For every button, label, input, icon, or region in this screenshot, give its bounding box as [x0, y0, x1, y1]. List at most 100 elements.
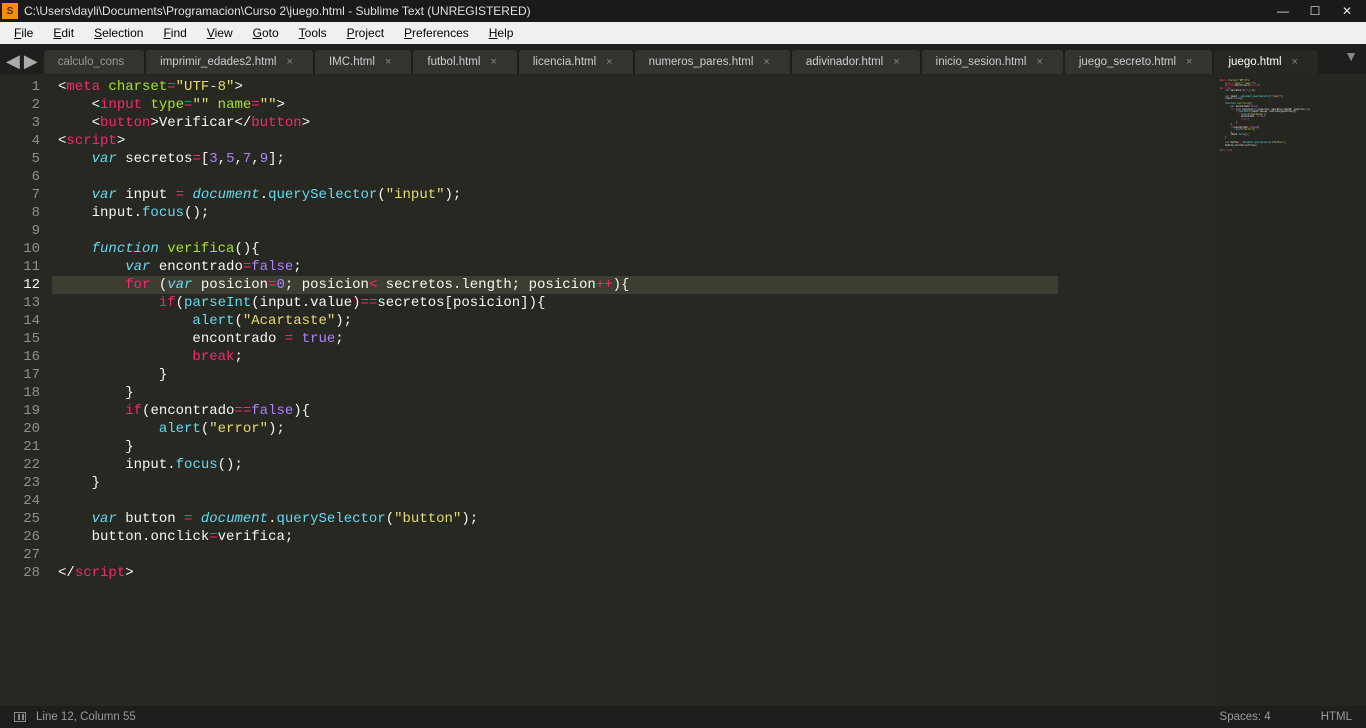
line-number[interactable]: 11	[0, 258, 40, 276]
line-number[interactable]: 28	[0, 564, 40, 582]
code-line[interactable]: var encontrado=false;	[58, 258, 1216, 276]
tab-juego-html[interactable]: juego.html×	[1214, 50, 1318, 74]
line-number[interactable]: 24	[0, 492, 40, 510]
line-number[interactable]: 7	[0, 186, 40, 204]
code-line[interactable]: input.focus();	[58, 204, 1216, 222]
code-line[interactable]	[58, 168, 1216, 186]
line-number[interactable]: 8	[0, 204, 40, 222]
minimap[interactable]: <meta charset="UTF-8"> <input type="" na…	[1216, 74, 1366, 706]
code-line[interactable]: if(encontrado==false){	[58, 402, 1216, 420]
line-number[interactable]: 12	[0, 276, 40, 294]
line-number[interactable]: 1	[0, 78, 40, 96]
menu-help[interactable]: Help	[479, 24, 524, 42]
tab-numeros_pares-html[interactable]: numeros_pares.html×	[635, 50, 790, 74]
code-line[interactable]: <button>Verificar</button>	[58, 114, 1216, 132]
tab-close-icon[interactable]: ×	[385, 56, 391, 68]
code-line[interactable]: var input = document.querySelector("inpu…	[58, 186, 1216, 204]
code-line[interactable]: }	[58, 474, 1216, 492]
menu-preferences[interactable]: Preferences	[394, 24, 479, 42]
tab-juego_secreto-html[interactable]: juego_secreto.html×	[1065, 50, 1213, 74]
indentation-setting[interactable]: Spaces: 4	[1220, 711, 1271, 723]
code-line[interactable]: if(parseInt(input.value)==secretos[posic…	[58, 294, 1216, 312]
line-number[interactable]: 16	[0, 348, 40, 366]
line-number[interactable]: 21	[0, 438, 40, 456]
tab-IMC-html[interactable]: IMC.html×	[315, 50, 411, 74]
code-line[interactable]	[58, 546, 1216, 564]
line-number[interactable]: 22	[0, 456, 40, 474]
line-number[interactable]: 2	[0, 96, 40, 114]
line-number[interactable]: 27	[0, 546, 40, 564]
line-number[interactable]: 26	[0, 528, 40, 546]
line-number-gutter[interactable]: 1234567891011121314151617181920212223242…	[0, 74, 52, 706]
line-number[interactable]: 13	[0, 294, 40, 312]
line-number[interactable]: 14	[0, 312, 40, 330]
code-line[interactable]: alert("error");	[58, 420, 1216, 438]
tab-imprimir_edades2-html[interactable]: imprimir_edades2.html×	[146, 50, 313, 74]
line-number[interactable]: 3	[0, 114, 40, 132]
code-line[interactable]: function verifica(){	[58, 240, 1216, 258]
code-line[interactable]: button.onclick=verifica;	[58, 528, 1216, 546]
tab-adivinador-html[interactable]: adivinador.html×	[792, 50, 920, 74]
tab-nav-arrows[interactable]: ◀ ▶	[4, 52, 44, 74]
line-number[interactable]: 20	[0, 420, 40, 438]
line-number[interactable]: 10	[0, 240, 40, 258]
tab-close-icon[interactable]: ×	[1186, 56, 1192, 68]
code-editor[interactable]: <meta charset="UTF-8"> <input type="" na…	[52, 74, 1216, 706]
menu-project[interactable]: Project	[337, 24, 394, 42]
line-number[interactable]: 6	[0, 168, 40, 186]
tab-close-icon[interactable]: ×	[490, 56, 496, 68]
code-line[interactable]: <input type="" name="">	[58, 96, 1216, 114]
maximize-button[interactable]: ☐	[1308, 4, 1322, 18]
code-line[interactable]: alert("Acartaste");	[58, 312, 1216, 330]
line-number[interactable]: 17	[0, 366, 40, 384]
minimize-button[interactable]: —	[1276, 4, 1290, 18]
tab-close-icon[interactable]: ×	[763, 56, 769, 68]
menu-goto[interactable]: Goto	[243, 24, 289, 42]
line-number[interactable]: 9	[0, 222, 40, 240]
code-line[interactable]: <meta charset="UTF-8">	[58, 78, 1216, 96]
menu-file[interactable]: File	[4, 24, 43, 42]
tab-inicio_sesion-html[interactable]: inicio_sesion.html×	[922, 50, 1063, 74]
tab-close-icon[interactable]: ×	[1036, 56, 1042, 68]
code-line[interactable]: encontrado = true;	[58, 330, 1216, 348]
tab-close-icon[interactable]: ×	[287, 56, 293, 68]
line-number[interactable]: 25	[0, 510, 40, 528]
line-number[interactable]: 19	[0, 402, 40, 420]
tabs-overflow-icon[interactable]: ▼	[1338, 48, 1364, 70]
window-title: C:\Users\dayli\Documents\Programacion\Cu…	[24, 4, 1276, 18]
code-line[interactable]: }	[58, 366, 1216, 384]
code-line[interactable]	[58, 222, 1216, 240]
line-number[interactable]: 15	[0, 330, 40, 348]
line-number[interactable]: 5	[0, 150, 40, 168]
menu-find[interactable]: Find	[153, 24, 196, 42]
tab-futbol-html[interactable]: futbol.html×	[413, 50, 517, 74]
code-line[interactable]: }	[58, 384, 1216, 402]
syntax-setting[interactable]: HTML	[1321, 711, 1352, 723]
code-line[interactable]: <script>	[58, 132, 1216, 150]
code-line[interactable]: for (var posicion=0; posicion< secretos.…	[52, 276, 1058, 294]
panel-switcher-icon[interactable]	[14, 712, 26, 722]
code-line[interactable]: input.focus();	[58, 456, 1216, 474]
tab-close-icon[interactable]: ×	[1292, 56, 1298, 68]
tab-nav-left-icon[interactable]: ◀	[6, 52, 20, 70]
menu-edit[interactable]: Edit	[43, 24, 84, 42]
code-line[interactable]: </script>	[58, 564, 1216, 582]
code-line[interactable]: var button = document.querySelector("but…	[58, 510, 1216, 528]
line-number[interactable]: 23	[0, 474, 40, 492]
code-line[interactable]: }	[58, 438, 1216, 456]
code-line[interactable]: break;	[58, 348, 1216, 366]
menu-view[interactable]: View	[197, 24, 243, 42]
code-line[interactable]: var secretos=[3,5,7,9];	[58, 150, 1216, 168]
tab-truncated[interactable]: calculo_cons	[44, 50, 144, 74]
tab-licencia-html[interactable]: licencia.html×	[519, 50, 633, 74]
tab-close-icon[interactable]: ×	[606, 56, 612, 68]
close-button[interactable]: ✕	[1340, 4, 1354, 18]
tab-close-icon[interactable]: ×	[893, 56, 899, 68]
code-line[interactable]	[58, 492, 1216, 510]
menu-selection[interactable]: Selection	[84, 24, 153, 42]
menu-tools[interactable]: Tools	[289, 24, 337, 42]
tab-nav-right-icon[interactable]: ▶	[24, 52, 38, 70]
line-number[interactable]: 4	[0, 132, 40, 150]
cursor-position[interactable]: Line 12, Column 55	[36, 711, 136, 723]
line-number[interactable]: 18	[0, 384, 40, 402]
